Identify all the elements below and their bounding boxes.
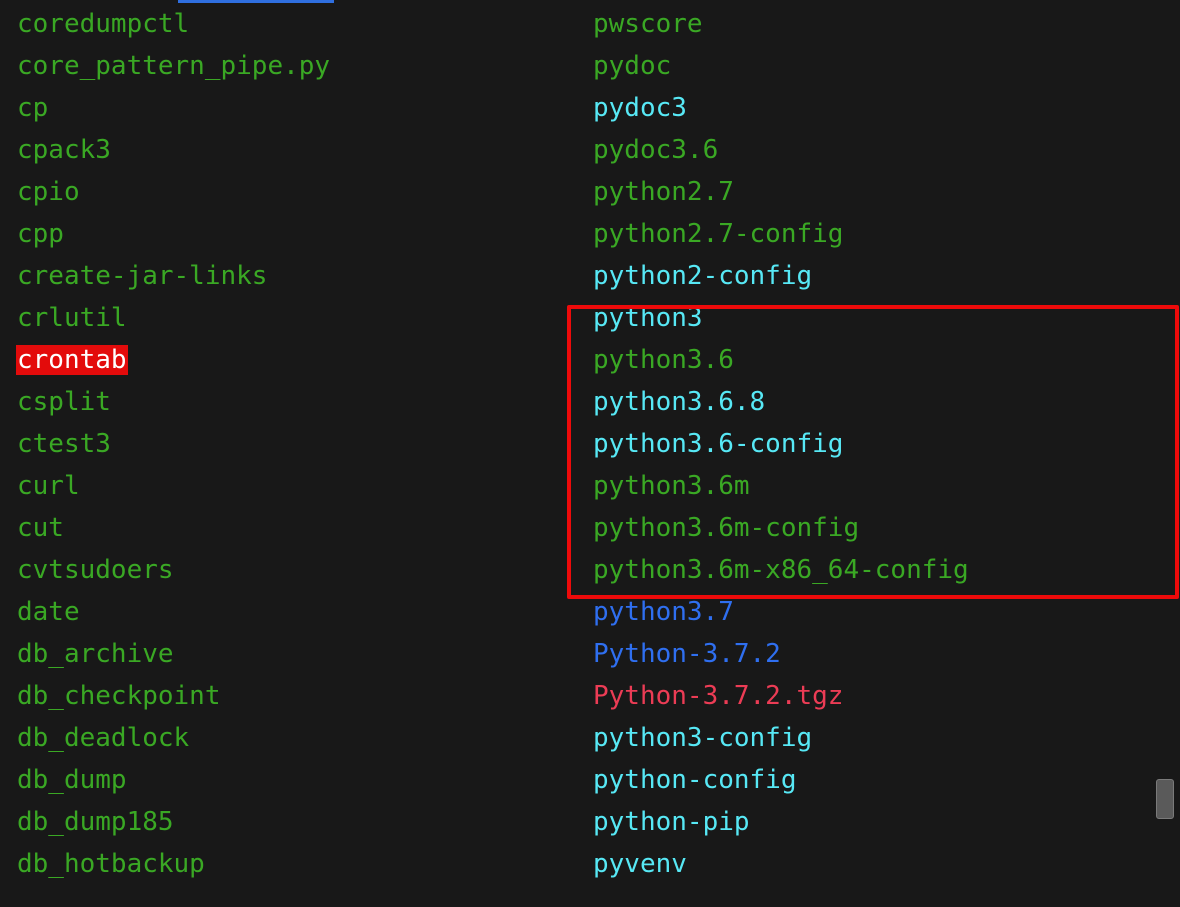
file-entry: crontab: [16, 341, 331, 383]
file-entry: cut: [16, 509, 331, 551]
file-name: coredumpctl: [17, 9, 190, 39]
file-name: python3: [593, 303, 703, 333]
file-name: db_archive: [17, 639, 174, 669]
file-entry: python-pip: [592, 803, 970, 845]
file-name: python3.6m-config: [593, 513, 860, 543]
file-entry: date: [16, 593, 331, 635]
file-entry: cpio: [16, 173, 331, 215]
file-name: python2.7-config: [593, 219, 844, 249]
file-name: Python-3.7.2: [593, 639, 781, 669]
file-entry: Python-3.7.2.tgz: [592, 677, 970, 719]
file-name: curl: [17, 471, 80, 501]
file-name: python3-config: [593, 723, 813, 753]
file-entry: pydoc: [592, 47, 970, 89]
file-name: Python-3.7.2.tgz: [593, 681, 844, 711]
file-name: pwscore: [593, 9, 703, 39]
file-entry: pwscore: [592, 5, 970, 47]
file-name: db_deadlock: [17, 723, 190, 753]
file-entry: db_dump: [16, 761, 331, 803]
file-entry: cp: [16, 89, 331, 131]
file-name: db_hotbackup: [17, 849, 205, 879]
file-entry: pydoc3.6: [592, 131, 970, 173]
file-entry: python3: [592, 299, 970, 341]
file-entry: coredumpctl: [16, 5, 331, 47]
file-name: cvtsudoers: [17, 555, 174, 585]
file-name: python3.7: [593, 597, 734, 627]
file-entry: curl: [16, 467, 331, 509]
file-entry: python2.7-config: [592, 215, 970, 257]
file-name: csplit: [17, 387, 111, 417]
file-entry: python3-config: [592, 719, 970, 761]
file-name: cpack3: [17, 135, 111, 165]
file-name: python3.6-config: [593, 429, 844, 459]
file-name: pyvenv: [593, 849, 687, 879]
file-entry: python3.6m-config: [592, 509, 970, 551]
file-name: crontab: [16, 345, 128, 375]
file-entry: python-config: [592, 761, 970, 803]
file-name: python2-config: [593, 261, 813, 291]
file-entry: Python-3.7.2: [592, 635, 970, 677]
file-name: db_dump: [17, 765, 127, 795]
file-name: pydoc3: [593, 93, 687, 123]
scrollbar-track[interactable]: [1156, 0, 1180, 907]
file-name: python3.6m: [593, 471, 750, 501]
file-entry: crlutil: [16, 299, 331, 341]
file-entry: python2.7: [592, 173, 970, 215]
file-entry: cpack3: [16, 131, 331, 173]
file-entry: pyvenv: [592, 845, 970, 887]
file-name: cpp: [17, 219, 64, 249]
file-entry: python2-config: [592, 257, 970, 299]
file-name: pydoc3.6: [593, 135, 719, 165]
file-name: date: [17, 597, 80, 627]
file-name: python2.7: [593, 177, 734, 207]
file-entry: db_checkpoint: [16, 677, 331, 719]
active-tab-indicator[interactable]: [178, 0, 334, 3]
file-name: create-jar-links: [17, 261, 268, 291]
file-entry: python3.6m: [592, 467, 970, 509]
file-entry: python3.6.8: [592, 383, 970, 425]
file-entry: cvtsudoers: [16, 551, 331, 593]
file-list-right-column: pwscore pydoc pydoc3 pydoc3.6 python2.7 pytho…: [592, 5, 970, 887]
file-entry: db_hotbackup: [16, 845, 331, 887]
file-entry: cpp: [16, 215, 331, 257]
file-name: ctest3: [17, 429, 111, 459]
file-name: python-pip: [593, 807, 750, 837]
scrollbar-thumb[interactable]: [1156, 779, 1174, 819]
file-entry: python3.6: [592, 341, 970, 383]
file-entry: ctest3: [16, 425, 331, 467]
file-entry: csplit: [16, 383, 331, 425]
file-list-left-column: coredumpctl core_pattern_pipe.pycp cpack3 c…: [16, 5, 331, 887]
file-entry: pydoc3: [592, 89, 970, 131]
file-name: cut: [17, 513, 64, 543]
file-name: python3.6.8: [593, 387, 766, 417]
file-name: python-config: [593, 765, 797, 795]
file-name: python3.6m-x86_64-config: [593, 555, 969, 585]
file-entry: python3.6m-x86_64-config: [592, 551, 970, 593]
file-entry: db_deadlock: [16, 719, 331, 761]
file-name: cpio: [17, 177, 80, 207]
file-name: core_pattern_pipe.py: [17, 51, 331, 81]
file-name: python3.6: [593, 345, 734, 375]
file-entry: python3.6-config: [592, 425, 970, 467]
file-entry: create-jar-links: [16, 257, 331, 299]
terminal-window[interactable]: coredumpctl core_pattern_pipe.pycp cpack3 c…: [0, 0, 1180, 907]
file-name: db_checkpoint: [17, 681, 221, 711]
file-entry: core_pattern_pipe.py: [16, 47, 331, 89]
file-entry: db_dump185: [16, 803, 331, 845]
file-name: pydoc: [593, 51, 672, 81]
file-entry: db_archive: [16, 635, 331, 677]
file-name: cp: [17, 93, 49, 123]
file-name: crlutil: [17, 303, 127, 333]
file-name: db_dump185: [17, 807, 174, 837]
file-entry: python3.7: [592, 593, 970, 635]
